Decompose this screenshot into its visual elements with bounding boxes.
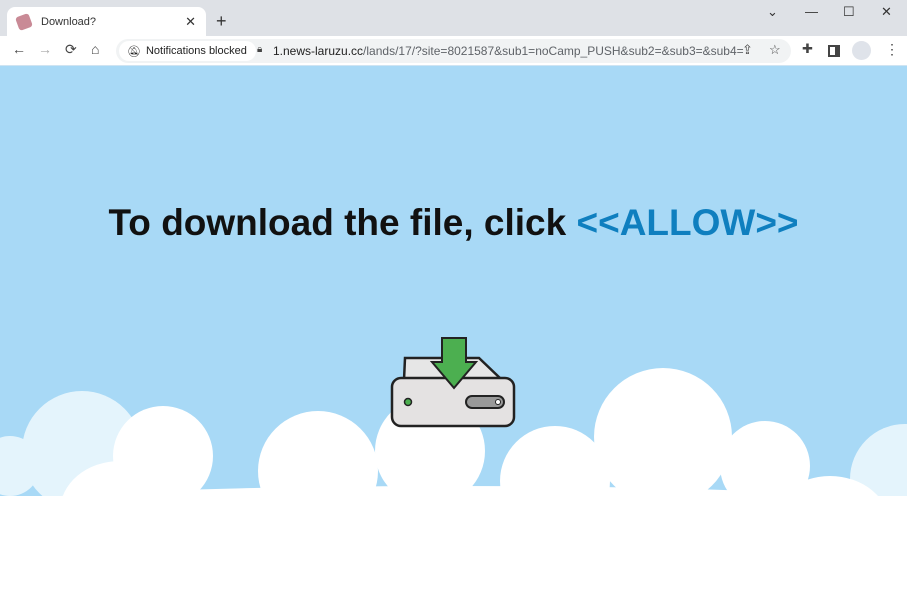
side-panel-icon[interactable] [828, 45, 840, 57]
home-button[interactable]: ⌂ [91, 41, 99, 57]
url-path: /lands/17/?site=8021587&sub1=noCamp_PUSH… [363, 44, 744, 58]
headline-text: To download the file, click [108, 202, 577, 243]
new-tab-button[interactable]: + [216, 11, 227, 32]
page-headline: To download the file, click <<ALLOW>> [0, 202, 907, 244]
tab-title: Download? [41, 15, 97, 28]
profile-avatar[interactable] [852, 41, 871, 60]
cloud-base [0, 486, 907, 526]
tab-close-icon[interactable]: ✕ [185, 14, 196, 30]
forward-button[interactable]: → [38, 41, 52, 57]
extensions-icon[interactable]: ✚ [802, 41, 813, 57]
minimize-button[interactable]: — [805, 4, 818, 19]
close-window-button[interactable]: ✕ [881, 4, 892, 20]
address-bar[interactable]: 🔕︎ Notifications blocked 🔒︎ 1.news-laruz… [116, 39, 791, 63]
url-text[interactable]: 1.news-laruzu.cc/lands/17/?site=8021587&… [273, 44, 744, 58]
share-icon[interactable]: ⇪ [742, 42, 753, 58]
back-button[interactable]: ← [12, 41, 26, 57]
notifications-blocked-chip[interactable]: 🔕︎ Notifications blocked [119, 41, 256, 61]
toolbar: ← → ⟳ ⌂ 🔕︎ Notifications blocked 🔒︎ 1.ne… [0, 36, 907, 66]
favicon-icon [15, 12, 33, 31]
allow-text: <<ALLOW>> [576, 202, 799, 243]
reload-button[interactable]: ⟳ [65, 41, 77, 58]
tab-download[interactable]: Download? ✕ [7, 7, 206, 36]
bell-off-icon: 🔕︎ [127, 45, 141, 58]
tab-bar: Download? ✕ + ⌄ — ☐ ✕ [0, 0, 907, 36]
url-host: 1.news-laruzu.cc [273, 44, 364, 58]
maximize-button[interactable]: ☐ [843, 4, 855, 20]
hard-drive-download-icon [390, 337, 516, 428]
menu-icon[interactable]: ⋮ [885, 41, 899, 58]
lock-icon[interactable]: 🔒︎ [257, 44, 262, 55]
bookmark-star-icon[interactable]: ☆ [769, 42, 781, 58]
page-content: To download the file, click <<ALLOW>> [0, 66, 907, 596]
chip-label: Notifications blocked [145, 45, 247, 57]
cloud [594, 368, 732, 506]
tab-search-icon[interactable]: ⌄ [767, 4, 778, 20]
